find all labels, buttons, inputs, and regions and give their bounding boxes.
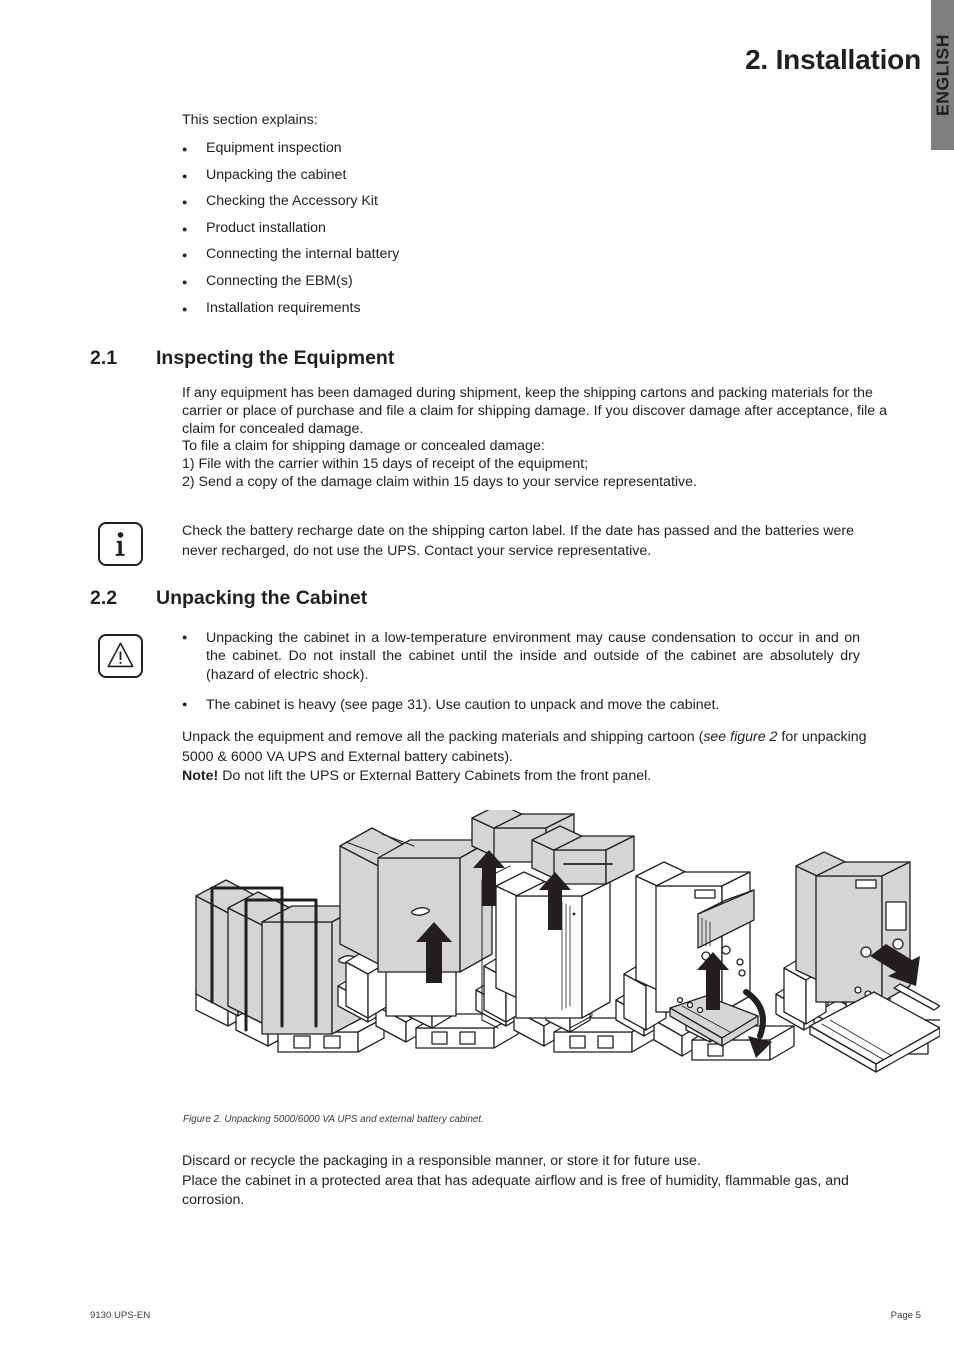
warning-bullet-list: Unpacking the cabinet in a low-temperatu…: [182, 629, 860, 727]
list-item-label: Unpacking the cabinet: [206, 166, 347, 183]
section-2-1-body: If any equipment has been damaged during…: [182, 385, 898, 492]
language-side-tab: ENGLISH: [931, 0, 954, 150]
chapter-title: 2. Installation: [745, 44, 921, 75]
section-heading-2-1: 2.1 Inspecting the Equipment: [90, 347, 394, 370]
paragraph: If any equipment has been damaged during…: [182, 385, 888, 437]
paragraph: Discard or recycle the packaging in a re…: [182, 1153, 701, 1169]
figure-caption: Figure 2. Unpacking 5000/6000 VA UPS and…: [183, 1114, 484, 1125]
section-number: 2.2: [90, 587, 118, 609]
note-label: Note!: [182, 768, 219, 785]
unpack-text-a: Unpack the equipment and remove all the …: [182, 729, 704, 745]
section-heading-2-2: 2.2 Unpacking the Cabinet: [90, 587, 367, 610]
list-item-label: Equipment inspection: [206, 140, 342, 156]
list-item-label: The cabinet is heavy (see page 31). Use …: [206, 697, 720, 714]
intro-bullet-list: Equipment inspection Unpacking the cabin…: [182, 140, 702, 326]
list-item: Product installation: [182, 220, 702, 247]
section-title: Inspecting the Equipment: [156, 347, 395, 369]
list-item: Checking the Accessory Kit: [182, 193, 702, 220]
list-item: Installation requirements: [182, 300, 702, 327]
paragraph: To file a claim for shipping damage or c…: [182, 438, 545, 455]
figure-2-illustration: [150, 810, 940, 1110]
list-item: Unpacking the cabinet: [182, 167, 702, 194]
list-item: Connecting the internal battery: [182, 246, 702, 273]
paragraph: 2) Send a copy of the damage claim withi…: [182, 473, 697, 490]
paragraph: Place the cabinet in a protected area th…: [182, 1172, 849, 1209]
list-item: Unpacking the cabinet in a low-temperatu…: [182, 629, 860, 684]
list-item-label: Checking the Accessory Kit: [206, 193, 378, 210]
list-item-label: Connecting the EBM(s): [206, 272, 353, 289]
bullet-dot-icon: [182, 194, 206, 207]
section-title: Unpacking the Cabinet: [156, 587, 368, 609]
paragraph: 1) File with the carrier within 15 days …: [182, 456, 589, 473]
bullet-dot-icon: [182, 274, 206, 287]
note-body: Do not lift the UPS or External Battery …: [218, 768, 652, 785]
list-item: The cabinet is heavy (see page 31). Use …: [182, 696, 860, 714]
information-note-text: Check the battery recharge date on the s…: [182, 523, 854, 559]
bullet-dot-icon: [182, 141, 206, 154]
intro-lead: This section explains:: [182, 112, 318, 128]
list-item-label: Product installation: [206, 219, 326, 236]
unpacking-instructions: Unpack the equipment and remove all the …: [182, 728, 894, 787]
bullet-dot-icon: [182, 629, 206, 684]
bullet-dot-icon: [182, 301, 206, 314]
paragraph: Unpack the equipment and remove all the …: [182, 728, 894, 767]
footer-page-number: Page 5: [890, 1310, 921, 1321]
figure-reference: see figure 2: [703, 729, 778, 745]
closing-instructions: Discard or recycle the packaging in a re…: [182, 1152, 898, 1211]
bullet-dot-icon: [182, 221, 206, 234]
bullet-dot-icon: [182, 168, 206, 181]
warning-triangle-icon: [98, 634, 143, 678]
list-item-label: Connecting the internal battery: [206, 246, 400, 263]
document-page: ENGLISH 2. Installation This section exp…: [0, 0, 954, 1351]
list-item-label: Unpacking the cabinet in a low-temperatu…: [206, 630, 860, 683]
figure-step-5-ramp-removal: [775, 851, 940, 1073]
paragraph: Note! Do not lift the UPS or External Ba…: [182, 767, 894, 787]
list-item-label: Installation requirements: [206, 299, 361, 316]
information-icon: [98, 522, 143, 566]
bullet-dot-icon: [182, 696, 206, 714]
list-item: Equipment inspection: [182, 140, 702, 167]
language-side-tab-label: ENGLISH: [932, 34, 952, 116]
figure-step-4-front-panel-removal: [615, 861, 795, 1061]
bullet-dot-icon: [182, 247, 206, 260]
list-item: Connecting the EBM(s): [182, 273, 702, 300]
footer-document-id: 9130 UPS-EN: [90, 1310, 151, 1321]
section-number: 2.1: [90, 347, 118, 369]
